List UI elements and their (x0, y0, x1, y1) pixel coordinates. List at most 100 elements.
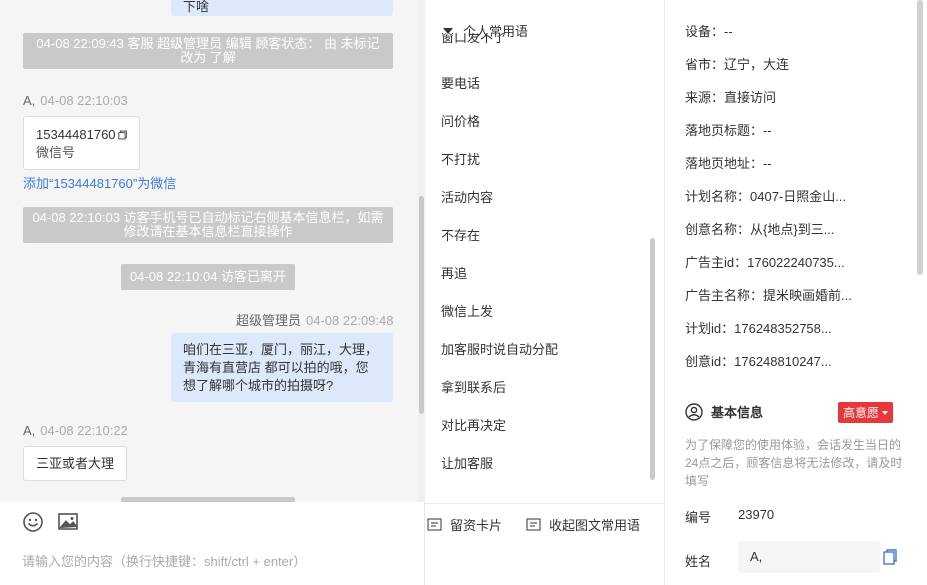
system-message: 04-08 22:09:43 客服 超级管理员 编辑 顾客状态： 由 未标记 改… (23, 33, 393, 69)
user-circle-icon (685, 402, 703, 421)
info-row-label: 创意名称： (685, 222, 751, 237)
lead-card-button[interactable]: 留资卡片 (427, 515, 502, 534)
phrase-item[interactable]: 对比再决定 (441, 415, 506, 434)
system-message-text: 修改请在基本信息栏直接操作 (123, 224, 293, 239)
info-row-value: -- (763, 156, 772, 171)
system-message: 04-08 22:10:04 访客已离开 (121, 264, 295, 290)
wechat-card[interactable]: 15344481760 微信号 (23, 116, 140, 170)
phrase-item[interactable]: 不存在 (441, 225, 480, 244)
info-scrollbar[interactable] (917, 0, 923, 275)
collapse-phrases-button[interactable]: 收起图文常用语 (526, 515, 640, 534)
info-row-label: 来源： (685, 90, 725, 105)
system-message-text: 04-08 22:09:43 客服 超级管理员 编辑 顾客状态： 由 未标记 (36, 36, 380, 51)
phrase-item[interactable]: 要电话 (441, 73, 480, 92)
info-row-label: 设备： (685, 24, 725, 39)
info-row-label: 创意id： (685, 354, 735, 369)
lead-card-label: 留资卡片 (450, 518, 503, 533)
info-row: 广告主id：176022240735... (685, 252, 845, 271)
visitor-info-panel: 设备：-- 省市：辽宁，大连 来源：直接访问 落地页标题：-- 落地页地址：-- 计划名称… (665, 0, 927, 585)
chat-scrollbar[interactable] (418, 0, 425, 502)
message-meta: A, 04-08 22:10:22 (23, 423, 128, 438)
info-row-value: 提米映画婚前... (763, 288, 852, 303)
basic-info-title: 基本信息 (711, 405, 764, 420)
info-row-label: 省市： (685, 57, 725, 72)
phrase-item[interactable]: 微信上发 (441, 301, 493, 320)
name-input-value: A, (750, 549, 763, 564)
collapse-phrases-label: 收起图文常用语 (549, 518, 641, 533)
edit-notice: 为了保障您的使用体验，会话发生当日的24点之后，顾客信息将无法修改，请及时填写 (685, 438, 903, 488)
wechat-number: 15344481760 (36, 127, 116, 142)
system-message-text: 04-08 22:10:04 访客已离开 (129, 269, 287, 284)
phrase-panel: 个人常用语 窗口发不了 要电话 问价格 不打扰 活动内容 不存在 再追 微信上发 加客服时说自… (425, 0, 665, 503)
agent-name: 超级管理员 (236, 313, 302, 328)
info-row-value: 直接访问 (724, 90, 777, 105)
phrase-item[interactable]: 问价格 (441, 111, 480, 130)
message-input-placeholder: 请输入您的内容（换行快捷键：shift/ctrl + enter） (22, 554, 307, 569)
visitor-message-bubble: 三亚或者大理 (23, 446, 127, 481)
id-value: 23970 (738, 507, 775, 522)
system-message-text: 改为 了解 (180, 50, 236, 65)
message-text: 青海有直营店 都可以拍的哦，您 (183, 360, 369, 375)
message-icon (526, 518, 541, 531)
phrase-item[interactable]: 加客服时说自动分配 (441, 339, 558, 358)
phrase-item[interactable]: 再追 (441, 263, 467, 282)
phrase-item[interactable]: 活动内容 (441, 187, 493, 206)
info-row-label: 落地页地址： (685, 156, 764, 171)
card-icon (427, 518, 442, 531)
message-text: 咱们在三亚，厦门，丽江，大理， (183, 342, 379, 357)
system-message (121, 497, 295, 502)
smile-icon[interactable] (22, 511, 44, 533)
chat-panel: 下啥 04-08 22:09:43 客服 超级管理员 编辑 顾客状态： 由 未标… (0, 0, 425, 585)
info-row-value: 从{地点}到三... (750, 222, 835, 237)
phrase-item[interactable]: 拿到联系后 (441, 377, 506, 396)
message-text: 下啥 (183, 0, 210, 14)
system-message-text: 04-08 22:10:03 访客手机号已自动标记右侧基本信息栏，如需 (32, 210, 384, 225)
phrase-scrollbar[interactable] (650, 238, 655, 480)
info-row: 省市：辽宁，大连 (685, 54, 789, 73)
message-meta: 超级管理员 04-08 22:09:48 (236, 310, 393, 329)
info-row: 广告主名称：提米映画婚前... (685, 285, 852, 304)
info-row-label: 计划名称： (685, 189, 751, 204)
wechat-label: 微信号 (36, 145, 76, 160)
message-time: 04-08 22:10:22 (40, 423, 128, 438)
add-wechat-link[interactable]: 添加“15344481760”为微信 (23, 173, 176, 192)
message-text: 三亚或者大理 (36, 456, 115, 471)
message-text: 想了解哪个城市的拍摄呀? (183, 378, 334, 393)
message-input[interactable]: 请输入您的内容（换行快捷键：shift/ctrl + enter） (22, 551, 306, 570)
caret-down-icon (882, 410, 889, 415)
scrollbar-thumb[interactable] (419, 196, 424, 414)
info-row-value: -- (724, 24, 733, 39)
info-row: 创意id：176248810247... (685, 351, 832, 370)
phrase-item[interactable]: 不打扰 (441, 149, 480, 168)
info-row-label: 广告主id： (685, 255, 748, 270)
info-row-value: 0407-日照金山... (750, 189, 847, 204)
message-time: 04-08 22:09:48 (306, 313, 394, 328)
info-row: 来源：直接访问 (685, 87, 776, 106)
phrase-item[interactable]: 让加客服 (441, 453, 493, 472)
phrase-item[interactable]: 窗口发不了 (441, 33, 506, 45)
copy-icon[interactable] (883, 549, 897, 565)
message-list[interactable]: 下啥 04-08 22:09:43 客服 超级管理员 编辑 顾客状态： 由 未标… (0, 0, 418, 502)
visitor-name: A, (23, 93, 36, 108)
info-row-label: 落地页标题： (685, 123, 764, 138)
intent-select[interactable]: 高意愿 (838, 402, 894, 423)
image-icon[interactable] (57, 511, 79, 533)
info-row: 计划id：176248352758... (685, 318, 832, 337)
info-row-value: 辽宁，大连 (724, 57, 790, 72)
info-row: 设备：-- (685, 21, 733, 40)
info-row: 计划名称：0407-日照金山... (685, 186, 846, 205)
info-row-value: 176248810247... (734, 354, 832, 369)
copy-icon[interactable] (117, 129, 127, 141)
visitor-name: A, (23, 423, 36, 438)
intent-value: 高意愿 (843, 406, 880, 420)
agent-message-bubble: 咱们在三亚，厦门，丽江，大理， 青海有直营店 都可以拍的哦，您 想了解哪个城市的… (171, 333, 393, 402)
info-row-label: 计划id： (685, 321, 735, 336)
name-input[interactable]: A, (738, 541, 880, 573)
info-row-label: 广告主名称： (685, 288, 764, 303)
info-row: 落地页地址：-- (685, 153, 772, 172)
info-row-value: -- (763, 123, 772, 138)
system-message: 04-08 22:10:03 访客手机号已自动标记右侧基本信息栏，如需 修改请在… (23, 207, 393, 243)
id-label: 编号 (685, 510, 712, 525)
info-row-value: 176022240735... (747, 255, 845, 270)
message-meta: A, 04-08 22:10:03 (23, 93, 128, 108)
